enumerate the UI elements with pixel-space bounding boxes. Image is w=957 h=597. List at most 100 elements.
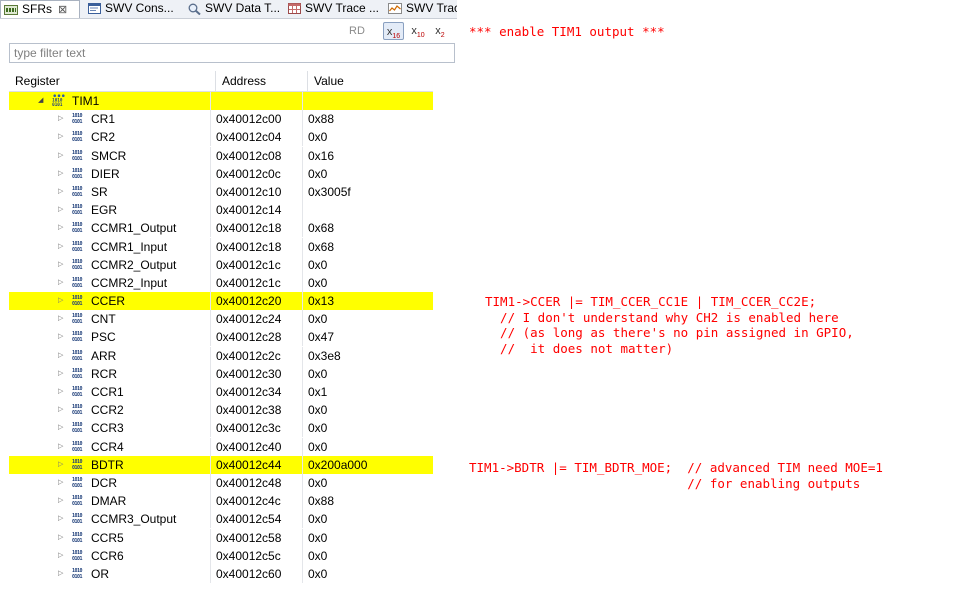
tab-swv-data-trace[interactable]: SWV Data T... bbox=[188, 0, 283, 18]
table-row[interactable]: ▷ 1010 0101 OR 0x40012c60 0x0 bbox=[9, 564, 433, 583]
table-row[interactable]: ▷ 1010 0101 CCMR3_Output 0x40012c54 0x0 bbox=[9, 510, 433, 529]
column-header-address[interactable]: Address bbox=[216, 71, 308, 91]
expand-icon[interactable]: ▷ bbox=[58, 438, 63, 456]
expand-icon[interactable]: ▷ bbox=[58, 547, 63, 565]
table-row[interactable]: ▷ 1010 0101 EGR 0x40012c14 bbox=[9, 201, 433, 220]
register-value[interactable]: 0x3e8 bbox=[308, 347, 433, 365]
table-row[interactable]: ▷ 1010 0101 CCR6 0x40012c5c 0x0 bbox=[9, 546, 433, 565]
table-row[interactable]: ▷ 1010 0101 SMCR 0x40012c08 0x16 bbox=[9, 146, 433, 165]
tab-swv-console[interactable]: SWV Cons... bbox=[88, 0, 183, 18]
register-icon: 1010 0101 bbox=[72, 458, 83, 471]
register-icon: 1010 0101 bbox=[72, 258, 83, 271]
read-button[interactable]: RD bbox=[345, 22, 369, 40]
table-row[interactable]: ▷ 1010 0101 CCR2 0x40012c38 0x0 bbox=[9, 401, 433, 420]
table-row[interactable]: ▷ 1010 0101 CR1 0x40012c00 0x88 bbox=[9, 110, 433, 129]
register-value[interactable]: 0x3005f bbox=[308, 183, 433, 201]
table-row[interactable]: ▷ 1010 0101 DIER 0x40012c0c 0x0 bbox=[9, 164, 433, 183]
table-row[interactable]: ▷ 1010 0101 CCMR2_Output 0x40012c1c 0x0 bbox=[9, 255, 433, 274]
expand-icon[interactable]: ▷ bbox=[58, 256, 63, 274]
register-value[interactable]: 0x0 bbox=[308, 365, 433, 383]
column-header-register[interactable]: Register bbox=[9, 71, 216, 91]
column-header-value[interactable]: Value bbox=[308, 71, 433, 91]
register-value[interactable]: 0x0 bbox=[308, 165, 433, 183]
register-value[interactable]: 0x0 bbox=[308, 256, 433, 274]
expand-icon[interactable]: ▷ bbox=[58, 110, 63, 128]
register-value[interactable]: 0x13 bbox=[308, 292, 433, 310]
tab-swv-trace-timeline[interactable]: SWV Trac bbox=[388, 0, 457, 18]
expand-icon[interactable]: ▷ bbox=[58, 365, 63, 383]
table-row[interactable]: ▷ 1010 0101 PSC 0x40012c28 0x47 bbox=[9, 328, 433, 347]
expand-icon[interactable]: ▷ bbox=[58, 328, 63, 346]
expand-icon[interactable]: ▷ bbox=[58, 510, 63, 528]
expand-icon[interactable]: ▷ bbox=[58, 274, 63, 292]
expand-icon[interactable]: ▷ bbox=[58, 419, 63, 437]
close-tab-icon[interactable]: ⊠ bbox=[58, 4, 67, 16]
table-row[interactable]: ▷ 1010 0101 DCR 0x40012c48 0x0 bbox=[9, 473, 433, 492]
expand-icon[interactable]: ▷ bbox=[58, 492, 63, 510]
table-row[interactable]: ▷ 1010 0101 DMAR 0x40012c4c 0x88 bbox=[9, 492, 433, 511]
register-value[interactable]: 0x16 bbox=[308, 147, 433, 165]
register-value[interactable]: 0x0 bbox=[308, 565, 433, 583]
expand-icon[interactable]: ▷ bbox=[58, 147, 63, 165]
register-value[interactable]: 0x0 bbox=[308, 128, 433, 146]
expand-icon[interactable]: ▷ bbox=[58, 238, 63, 256]
register-value[interactable]: 0x0 bbox=[308, 274, 433, 292]
table-row[interactable]: ▷ 1010 0101 CCR4 0x40012c40 0x0 bbox=[9, 437, 433, 456]
table-row[interactable]: ▷ 1010 0101 BDTR 0x40012c44 0x200a000 bbox=[9, 455, 433, 474]
expand-icon[interactable]: ▷ bbox=[58, 474, 63, 492]
table-row[interactable]: ▷ 1010 0101 ARR 0x40012c2c 0x3e8 bbox=[9, 346, 433, 365]
hex-format-button[interactable]: x16 bbox=[383, 22, 404, 40]
expand-icon[interactable]: ▷ bbox=[58, 128, 63, 146]
register-value[interactable]: 0x47 bbox=[308, 328, 433, 346]
expand-icon[interactable]: ▷ bbox=[58, 219, 63, 237]
expand-icon[interactable]: ▷ bbox=[58, 565, 63, 583]
register-value[interactable]: 0x0 bbox=[308, 438, 433, 456]
table-row[interactable]: ▷ 1010 0101 RCR 0x40012c30 0x0 bbox=[9, 364, 433, 383]
register-icon: 1010 0101 bbox=[72, 113, 83, 126]
expand-icon[interactable]: ▷ bbox=[58, 383, 63, 401]
expand-icon[interactable]: ▷ bbox=[58, 310, 63, 328]
binary-format-button[interactable]: x2 bbox=[432, 22, 448, 40]
table-row[interactable]: ▷ 1010 0101 CR2 0x40012c04 0x0 bbox=[9, 128, 433, 147]
expand-icon[interactable]: ▷ bbox=[58, 292, 63, 310]
register-value[interactable]: 0x0 bbox=[308, 547, 433, 565]
register-value[interactable]: 0x0 bbox=[308, 310, 433, 328]
register-value[interactable] bbox=[308, 201, 433, 219]
register-value[interactable]: 0x88 bbox=[308, 492, 433, 510]
register-value[interactable]: 0x68 bbox=[308, 219, 433, 237]
table-row[interactable]: ▷ 1010 0101 CCMR1_Output 0x40012c18 0x68 bbox=[9, 219, 433, 238]
tab-sfrs[interactable]: SFRs ⊠ bbox=[0, 0, 80, 18]
filter-input[interactable] bbox=[9, 43, 455, 63]
register-icon: 1010 0101 bbox=[72, 240, 83, 253]
register-tree: ◢ 1010 0101 TIM1 ▷ 1010 0101 CR1 0x40012c00 0… bbox=[9, 92, 433, 583]
table-row[interactable]: ▷ 1010 0101 CCMR1_Input 0x40012c18 0x68 bbox=[9, 237, 433, 256]
expand-icon[interactable]: ▷ bbox=[58, 347, 63, 365]
register-value[interactable]: 0x0 bbox=[308, 529, 433, 547]
expand-icon[interactable]: ▷ bbox=[58, 201, 63, 219]
expand-icon[interactable]: ▷ bbox=[58, 183, 63, 201]
table-row[interactable]: ▷ 1010 0101 CCR5 0x40012c58 0x0 bbox=[9, 528, 433, 547]
decimal-format-button[interactable]: x10 bbox=[408, 22, 428, 40]
table-row[interactable]: ▷ 1010 0101 CCR3 0x40012c3c 0x0 bbox=[9, 419, 433, 438]
expand-icon[interactable]: ▷ bbox=[58, 401, 63, 419]
register-value[interactable]: 0x200a000 bbox=[308, 456, 433, 474]
register-value[interactable]: 0x88 bbox=[308, 110, 433, 128]
table-row[interactable]: ▷ 1010 0101 CCMR2_Input 0x40012c1c 0x0 bbox=[9, 273, 433, 292]
register-value[interactable]: 0x0 bbox=[308, 401, 433, 419]
expand-icon[interactable]: ▷ bbox=[58, 165, 63, 183]
register-value[interactable]: 0x0 bbox=[308, 510, 433, 528]
register-value[interactable]: 0x0 bbox=[308, 474, 433, 492]
vertical-scrollbar[interactable] bbox=[433, 71, 457, 597]
table-row[interactable]: ▷ 1010 0101 CCR1 0x40012c34 0x1 bbox=[9, 383, 433, 401]
table-row[interactable]: ▷ 1010 0101 CNT 0x40012c24 0x0 bbox=[9, 310, 433, 329]
expand-icon[interactable]: ▷ bbox=[58, 529, 63, 547]
tree-row-tim1[interactable]: ◢ 1010 0101 TIM1 bbox=[9, 92, 433, 111]
tab-swv-trace-log[interactable]: SWV Trace ... bbox=[288, 0, 383, 18]
table-row[interactable]: ▷ 1010 0101 CCER 0x40012c20 0x13 bbox=[9, 292, 433, 311]
table-row[interactable]: ▷ 1010 0101 SR 0x40012c10 0x3005f bbox=[9, 182, 433, 201]
register-value[interactable]: 0x0 bbox=[308, 419, 433, 437]
register-value[interactable]: 0x68 bbox=[308, 238, 433, 256]
register-value[interactable]: 0x1 bbox=[308, 383, 433, 401]
expand-icon[interactable]: ▷ bbox=[58, 456, 63, 474]
collapse-icon[interactable]: ◢ bbox=[38, 92, 43, 110]
